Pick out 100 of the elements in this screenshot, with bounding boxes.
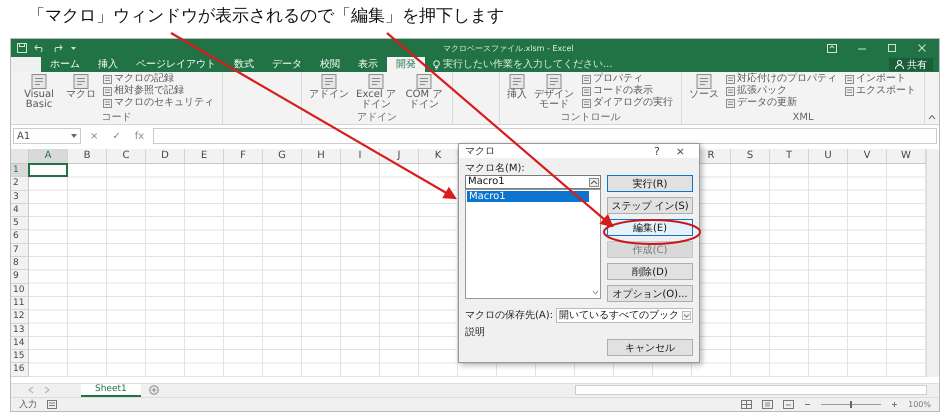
dialog-button[interactable]: ステップ イン(S) — [607, 197, 693, 214]
ribbon-button[interactable]: 挿入 — [506, 73, 528, 109]
redo-icon[interactable] — [52, 43, 63, 53]
document-icon — [845, 74, 854, 84]
collapse-icon[interactable] — [589, 178, 599, 186]
column-header[interactable]: D — [146, 149, 185, 163]
column-header[interactable]: I — [341, 149, 380, 163]
column-header[interactable]: F — [224, 149, 263, 163]
active-cell[interactable] — [28, 163, 68, 178]
dialog-button[interactable]: 実行(R) — [607, 175, 693, 192]
help-button[interactable]: ? — [646, 144, 668, 158]
document-icon — [103, 74, 112, 84]
document-icon — [416, 74, 432, 89]
ribbon-options-icon[interactable] — [827, 44, 837, 52]
row-header[interactable]: 8 — [11, 257, 29, 270]
zoom-thumb[interactable] — [850, 400, 852, 408]
ribbon-button[interactable]: 相対参照で記録 — [101, 85, 216, 97]
column-header[interactable]: U — [809, 149, 848, 163]
column-header[interactable]: C — [107, 149, 146, 163]
ribbon-tab[interactable]: データ — [263, 57, 311, 72]
row-header[interactable]: 10 — [11, 284, 29, 297]
share-button[interactable]: 共有 — [889, 58, 933, 71]
ribbon-button[interactable]: ダイアログの実行 — [580, 97, 675, 109]
vertical-scrollbar[interactable] — [926, 149, 939, 377]
close-button[interactable]: × — [668, 144, 693, 158]
ribbon-button[interactable]: マクロのセキュリティ — [101, 97, 216, 109]
column-header[interactable]: S — [731, 149, 770, 163]
sheet-tab[interactable]: Sheet1 — [81, 384, 141, 397]
maximize-icon[interactable] — [887, 44, 897, 52]
macro-name-field[interactable]: Macro1 — [465, 175, 601, 189]
ribbon-button[interactable]: コードの表示 — [580, 85, 675, 97]
formula-button[interactable]: × — [85, 128, 104, 144]
row-header[interactable]: 6 — [11, 230, 29, 244]
undo-icon[interactable] — [34, 43, 45, 53]
dialog-button[interactable]: 削除(D) — [607, 263, 693, 280]
row-header[interactable]: 4 — [11, 204, 29, 218]
row-header[interactable]: 15 — [11, 350, 29, 364]
ribbon-button[interactable]: ソース — [688, 73, 720, 109]
ribbon-button[interactable]: マクロの記録 — [101, 73, 216, 85]
prev-sheet-icon[interactable] — [27, 386, 35, 394]
column-header[interactable]: H — [302, 149, 341, 163]
row-header[interactable]: 12 — [11, 310, 29, 324]
row-header[interactable]: 1 — [11, 164, 29, 178]
close-icon[interactable] — [917, 44, 927, 52]
row-header[interactable]: 13 — [11, 324, 29, 337]
column-header[interactable]: A — [29, 149, 68, 163]
ribbon-button[interactable]: デザインモード — [532, 73, 576, 109]
ribbon-tab[interactable]: ページレイアウト — [127, 57, 225, 72]
collapse-caret-icon[interactable] — [928, 114, 936, 120]
row-header[interactable]: 2 — [11, 177, 29, 191]
dialog-button[interactable]: オプション(O)... — [607, 285, 693, 302]
column-header[interactable]: J — [380, 149, 419, 163]
column-header[interactable]: E — [185, 149, 224, 163]
ribbon-tab[interactable]: ホーム — [41, 57, 89, 72]
formula-button[interactable]: fx — [130, 128, 150, 144]
cancel-button[interactable]: キャンセル — [607, 339, 693, 356]
page-layout-icon[interactable] — [762, 400, 774, 409]
next-sheet-icon[interactable] — [43, 386, 51, 394]
dialog-title: マクロ — [465, 145, 495, 158]
ribbon-button[interactable]: マクロ — [65, 73, 97, 109]
ribbon-button[interactable]: Visual Basic — [17, 73, 61, 109]
save-icon[interactable] — [17, 43, 27, 53]
store-location-dropdown[interactable]: 開いているすべてのブック — [556, 308, 693, 323]
column-header[interactable]: V — [848, 149, 887, 163]
ribbon-button[interactable]: 拡張パック — [724, 85, 839, 97]
formula-button[interactable]: ✓ — [107, 128, 126, 144]
row-header[interactable]: 9 — [11, 270, 29, 284]
row-header[interactable]: 3 — [11, 190, 29, 204]
ribbon-tab[interactable]: 挿入 — [89, 57, 127, 72]
scroll-down-icon[interactable] — [592, 290, 598, 295]
ribbon-button[interactable]: インポート — [843, 73, 918, 85]
column-header[interactable]: G — [263, 149, 302, 163]
ribbon-tab[interactable]: 表示 — [349, 57, 387, 72]
macro-list-item[interactable]: Macro1 — [467, 191, 589, 202]
name-box[interactable]: A1 — [13, 128, 81, 144]
macro-name-label: マクロ名(M): — [465, 162, 526, 175]
ribbon-button[interactable]: Excel アドイン — [354, 73, 398, 109]
ribbon-tab[interactable]: 開発 — [387, 57, 425, 72]
group-label: コントロール — [560, 112, 622, 124]
ribbon-button[interactable]: エクスポート — [843, 85, 918, 97]
ribbon-button[interactable]: データの更新 — [724, 97, 839, 109]
column-header[interactable]: B — [68, 149, 107, 163]
ribbon-button[interactable]: COM アドイン — [402, 73, 446, 109]
row-header[interactable]: 5 — [11, 217, 29, 230]
horizontal-scrollbar[interactable] — [575, 385, 927, 396]
ribbon-tab[interactable]: 校閲 — [311, 57, 349, 72]
ribbon-tab[interactable]: 数式 — [225, 57, 263, 72]
row-header[interactable]: 16 — [11, 363, 29, 377]
normal-view-icon[interactable] — [741, 400, 752, 409]
ribbon-button[interactable]: プロパティ — [580, 73, 675, 85]
row-header[interactable]: 7 — [11, 244, 29, 258]
page-break-icon[interactable] — [783, 400, 794, 409]
row-header[interactable]: 11 — [11, 296, 29, 310]
ribbon-button[interactable]: 対応付けのプロパティ — [724, 73, 839, 85]
column-header[interactable]: T — [770, 149, 809, 163]
add-sheet-icon[interactable] — [148, 385, 159, 396]
macro-record-icon[interactable] — [47, 400, 57, 409]
plus-icon[interactable] — [891, 400, 898, 408]
row-header[interactable]: 14 — [11, 336, 29, 350]
ribbon-button[interactable]: アドイン — [308, 73, 350, 109]
